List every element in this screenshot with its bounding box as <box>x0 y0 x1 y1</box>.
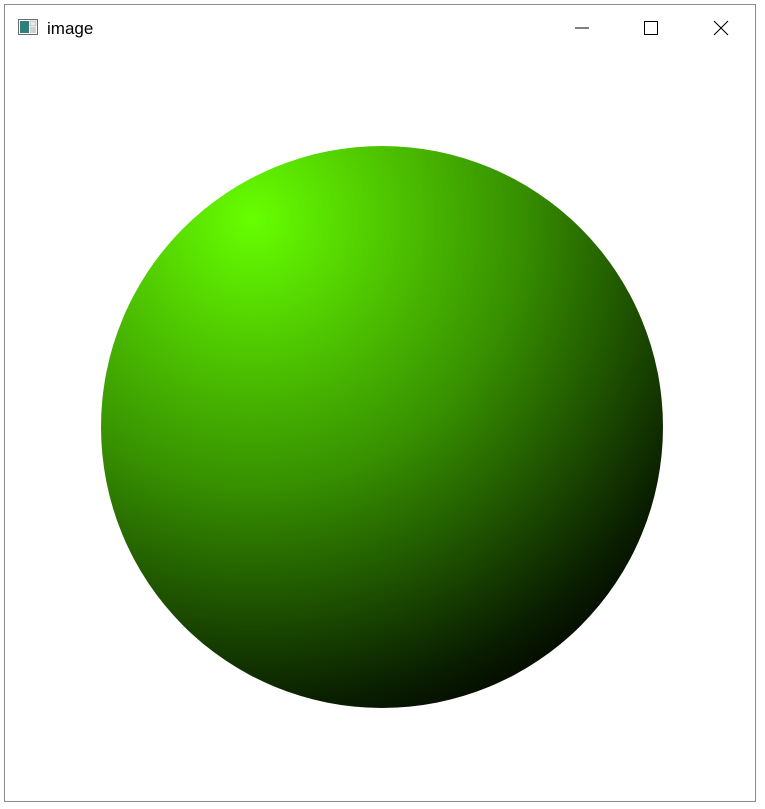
maximize-icon <box>644 21 658 35</box>
image-window-icon <box>18 19 38 35</box>
title-bar[interactable]: image <box>5 5 755 51</box>
close-button[interactable] <box>686 5 756 51</box>
close-icon <box>713 20 729 36</box>
minimize-icon <box>575 27 589 29</box>
maximize-button[interactable] <box>616 5 686 51</box>
window-title: image <box>47 19 94 38</box>
image-canvas <box>5 51 755 801</box>
shaded-green-sphere <box>101 146 663 708</box>
image-window: image <box>4 4 756 802</box>
minimize-button[interactable] <box>547 5 617 51</box>
